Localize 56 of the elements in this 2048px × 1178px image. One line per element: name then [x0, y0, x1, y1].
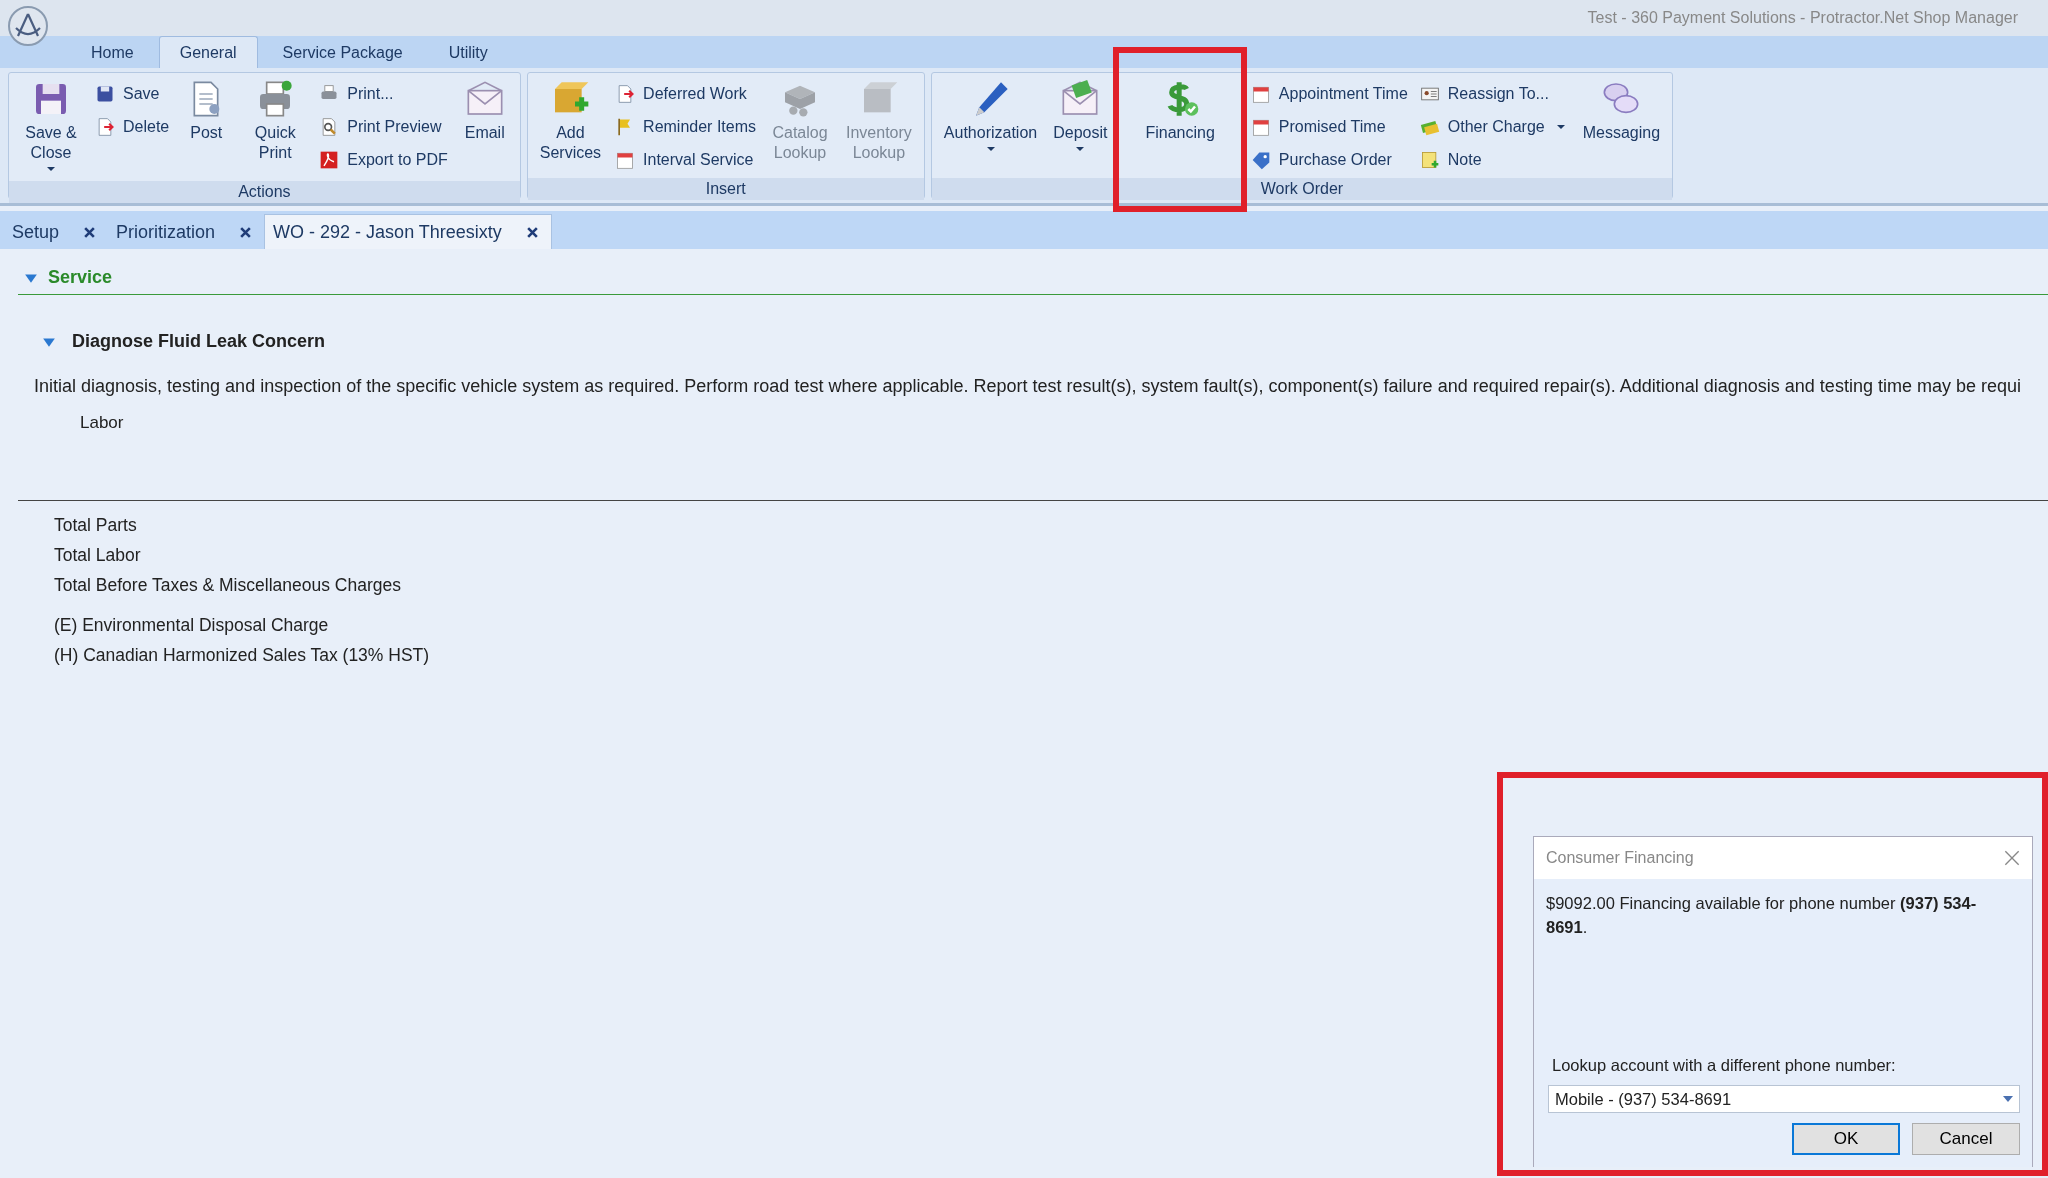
total-label: Total Labor — [54, 544, 141, 567]
ribbon-button[interactable]: Print... — [315, 79, 452, 108]
close-icon[interactable] — [239, 225, 253, 239]
document-tab[interactable]: Setup — [4, 215, 109, 249]
dialog-message: $9092.00 Financing available for phone number (937) 534-8691. — [1546, 893, 1978, 938]
note-icon — [1419, 149, 1440, 170]
ribbon-button[interactable]: Note — [1415, 145, 1573, 174]
labor-label: Labor — [80, 413, 124, 433]
document-tab[interactable]: Prioritization — [108, 215, 265, 249]
total-label: (E) Environmental Disposal Charge — [54, 614, 329, 637]
ribbon-tab[interactable]: Home — [70, 36, 155, 68]
close-icon[interactable] — [83, 225, 97, 239]
ribbon-tab[interactable]: Service Package — [261, 36, 424, 68]
pdf-icon — [319, 149, 340, 170]
ribbon-tab[interactable]: Utility — [427, 36, 509, 68]
ribbon-button[interactable]: Reassign To... — [1415, 79, 1573, 108]
ribbon-button[interactable]: Purchase Order — [1246, 145, 1412, 174]
ribbon-button[interactable]: Add Services — [533, 77, 608, 165]
app-logo-icon[interactable] — [8, 6, 48, 46]
ribbon-button[interactable]: Post — [177, 77, 236, 145]
caret-icon — [2003, 1096, 2013, 1102]
ribbon-button[interactable]: Save — [91, 79, 174, 108]
service-description: Initial diagnosis, testing and inspection of the specific vehicle system as required. Perform road test where applicable. Report test result(s), system fault(s), component(s) failure and required repair(s). Additional diagnosis and testing time may be requi — [34, 376, 2022, 397]
section-title: Service — [48, 267, 113, 288]
ribbon-button[interactable]: Email — [455, 77, 514, 145]
total-label: (H) Canadian Harmonized Sales Tax (13% HST) — [54, 644, 430, 667]
ribbon-button[interactable]: Quick Print — [239, 77, 312, 165]
total-label: Total Parts — [54, 514, 137, 537]
ribbon-button[interactable]: Print Preview — [315, 112, 452, 141]
group-label: Insert — [527, 178, 924, 200]
ribbon-button[interactable]: Interval Service — [611, 145, 760, 174]
ribbon-tab[interactable]: General — [158, 36, 258, 68]
ribbon-button[interactable]: Deposit — [1047, 77, 1114, 157]
phone-select[interactable]: Mobile - (937) 534-8691 — [1548, 1085, 2020, 1113]
dialog-title: Consumer Financing — [1546, 849, 1694, 867]
ribbon-button[interactable]: Export to PDF — [315, 145, 452, 174]
dialog-button[interactable]: OK — [1792, 1123, 1900, 1155]
ribbon-button[interactable]: Promised Time — [1246, 112, 1412, 141]
ribbon-button[interactable]: Other Charge — [1415, 112, 1573, 141]
ribbon-button[interactable]: Delete — [91, 112, 174, 141]
service-title: Diagnose Fluid Leak Concern — [72, 331, 326, 352]
group-label: Work Order — [931, 178, 1673, 200]
total-label: Total Before Taxes & Miscellaneous Charges — [54, 574, 401, 597]
ribbon-button[interactable]: Messaging — [1576, 77, 1667, 145]
window-title: Test - 360 Payment Solutions - Protractor.Net Shop Manager — [1587, 9, 2018, 27]
close-icon[interactable] — [525, 225, 539, 239]
ribbon-button[interactable]: Financing — [1139, 77, 1221, 145]
dialog-button[interactable]: Cancel — [1912, 1123, 2020, 1155]
ribbon-button[interactable]: Authorization — [937, 77, 1044, 157]
ribbon-button[interactable]: Deferred Work — [611, 79, 760, 108]
document-tab[interactable]: WO - 292 - Jason Threesixty — [264, 214, 552, 249]
ribbon-button[interactable]: Reminder Items — [611, 112, 760, 141]
ribbon-button[interactable]: Save & Close — [15, 77, 87, 177]
ribbon-button[interactable]: Appointment Time — [1246, 79, 1412, 108]
group-label: Actions — [9, 181, 520, 203]
lookup-label: Lookup account with a different phone number: — [1552, 1056, 1897, 1075]
